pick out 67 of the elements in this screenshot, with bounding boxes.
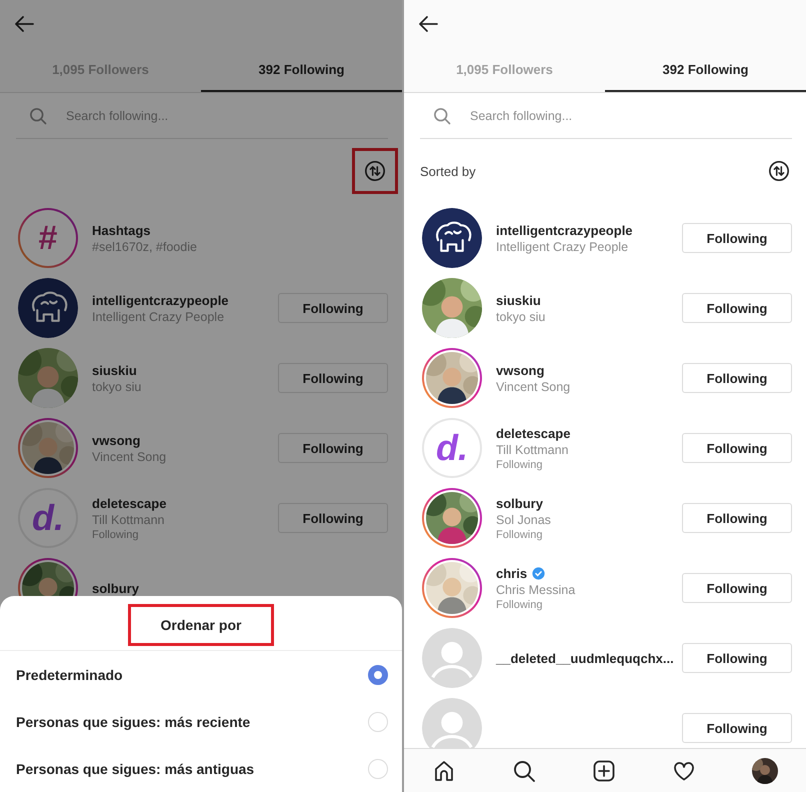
following-button[interactable]: Following — [278, 503, 388, 533]
sort-option[interactable]: Personas que sigues: más antiguas — [16, 760, 254, 776]
username[interactable]: Hashtags — [92, 222, 151, 238]
following-button[interactable]: Following — [682, 643, 792, 673]
full-name: Till Kottmann — [92, 512, 166, 526]
username[interactable]: chris — [496, 566, 528, 580]
following-button[interactable]: Following — [682, 573, 792, 603]
radio-button[interactable] — [368, 664, 388, 684]
username[interactable]: siuskiu — [496, 292, 541, 308]
logo-letter: d. — [436, 427, 468, 469]
full-name: Sol Jonas — [496, 512, 552, 526]
sort-icon[interactable] — [768, 160, 790, 182]
full-name: Intelligent Crazy People — [92, 310, 226, 324]
logo-letter: d. — [32, 497, 64, 539]
following-button[interactable]: Following — [682, 223, 792, 253]
full-name: tokyo siu — [496, 310, 546, 324]
sheet-title: Ordenar por — [128, 604, 274, 646]
search-icon[interactable] — [512, 758, 536, 782]
full-name: Vincent Song — [92, 450, 168, 464]
sort-button[interactable] — [352, 148, 398, 194]
username[interactable]: intelligentcrazypeople — [496, 222, 633, 238]
username[interactable]: deletescape — [496, 426, 570, 440]
full-name: Chris Messina — [496, 582, 576, 596]
home-icon[interactable] — [432, 758, 456, 782]
search-icon — [432, 106, 452, 126]
following-button[interactable]: Following — [682, 433, 792, 463]
avatar[interactable] — [422, 208, 482, 268]
username[interactable]: deletescape — [92, 496, 166, 510]
following-button[interactable]: Following — [682, 293, 792, 323]
following-button[interactable]: Following — [278, 433, 388, 463]
tab[interactable]: 392 Following — [605, 48, 806, 92]
full-name: #sel1670z, #foodie — [92, 240, 198, 254]
avatar[interactable]: d. — [422, 418, 482, 478]
avatar[interactable]: # — [18, 208, 78, 268]
search-field[interactable]: Search following... — [470, 108, 720, 122]
following-button[interactable]: Following — [682, 503, 792, 533]
username[interactable]: solbury — [92, 580, 139, 596]
username[interactable]: vwsong — [92, 432, 140, 448]
full-name: Intelligent Crazy People — [496, 240, 630, 254]
follow-note: Following — [496, 528, 544, 540]
hashtag-symbol: # — [38, 218, 58, 258]
following-button[interactable]: Following — [278, 293, 388, 323]
full-name: Till Kottmann — [496, 442, 570, 456]
username[interactable]: __deleted__uudmlequqchx... — [496, 650, 674, 666]
avatar[interactable] — [18, 278, 78, 338]
username[interactable]: siuskiu — [92, 362, 137, 378]
follow-note: Following — [496, 598, 544, 610]
full-name: Vincent Song — [496, 380, 572, 394]
username[interactable]: solbury — [496, 496, 543, 510]
following-button[interactable]: Following — [278, 363, 388, 393]
elephant-logo-icon — [422, 208, 482, 268]
following-button[interactable]: Following — [682, 713, 792, 743]
avatar-placeholder-icon — [422, 628, 482, 688]
username[interactable]: intelligentcrazypeople — [92, 292, 229, 308]
sort-option[interactable]: Predeterminado — [16, 666, 123, 682]
sort-option[interactable]: Personas que sigues: más reciente — [16, 714, 250, 730]
following-button[interactable]: Following — [682, 363, 792, 393]
add-post-icon[interactable] — [592, 758, 616, 782]
follow-note: Following — [92, 528, 140, 540]
search-icon — [28, 106, 48, 126]
full-name: tokyo siu — [92, 380, 142, 394]
sort-icon[interactable] — [364, 160, 386, 182]
search-field[interactable]: Search following... — [66, 108, 316, 122]
follow-note: Following — [496, 458, 544, 470]
elephant-logo-icon — [18, 278, 78, 338]
username[interactable]: vwsong — [496, 362, 544, 378]
sorted-by-label: Sorted by — [420, 164, 476, 178]
